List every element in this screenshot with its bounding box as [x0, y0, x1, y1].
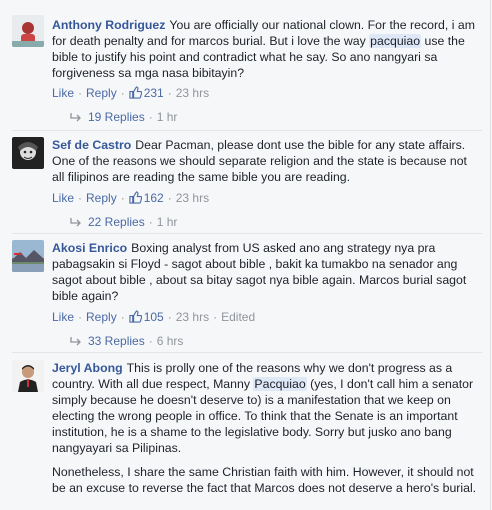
- comment-body: Jeryl Abong This is prolly one of the rea…: [52, 360, 480, 456]
- replies-time: 1 hr: [156, 215, 178, 229]
- replies-count: 22 Replies: [88, 215, 145, 229]
- like-count[interactable]: 231: [144, 86, 164, 100]
- timestamp[interactable]: 23 hrs: [176, 86, 209, 100]
- replies-time: 1 hr: [156, 110, 178, 124]
- comment-body-paragraph-2: Nonetheless, I share the same Christian …: [52, 464, 480, 496]
- reply-arrow-icon: [70, 218, 81, 227]
- comment-body: Akosi Enrico Boxing analyst from US asked…: [52, 240, 480, 304]
- thumbs-up-icon: [129, 86, 142, 99]
- divider: [12, 352, 482, 353]
- avatar[interactable]: [12, 137, 44, 169]
- tagged-name[interactable]: pacquiao: [369, 34, 422, 48]
- comment-actions: Like · Reply · 162 · 23 hrs: [52, 191, 210, 205]
- comment-author[interactable]: Anthony Rodriguez: [52, 18, 165, 32]
- replies-count: 33 Replies: [88, 334, 145, 348]
- avatar[interactable]: [12, 360, 44, 392]
- reply-arrow-icon: [70, 337, 81, 346]
- divider: [12, 130, 482, 131]
- replies-time: 6 hrs: [156, 334, 184, 348]
- avatar[interactable]: [12, 240, 44, 272]
- view-replies-link[interactable]: 33 Replies · 6 hrs: [70, 333, 183, 349]
- like-count[interactable]: 162: [144, 191, 164, 205]
- comment-actions: Like · Reply · 105 · 23 hrs · Edited: [52, 310, 256, 324]
- comment-text: Nonetheless, I share the same Christian …: [52, 465, 477, 495]
- avatar[interactable]: [12, 15, 44, 47]
- comment-anthony-rodriguez: Anthony Rodriguez You are officially our …: [12, 15, 482, 125]
- comment-body: Anthony Rodriguez You are officially our …: [52, 17, 480, 81]
- tagged-name[interactable]: Pacquiao: [253, 377, 307, 391]
- divider: [12, 233, 482, 234]
- reply-link[interactable]: Reply: [86, 86, 117, 100]
- replies-count: 19 Replies: [88, 110, 145, 124]
- like-count[interactable]: 105: [144, 310, 164, 324]
- reply-link[interactable]: Reply: [86, 310, 117, 324]
- timestamp[interactable]: 23 hrs: [176, 310, 209, 324]
- comments-panel: Anthony Rodriguez You are officially our …: [0, 0, 491, 510]
- like-link[interactable]: Like: [52, 310, 74, 324]
- comment-author[interactable]: Sef de Castro: [52, 138, 131, 152]
- comment-sef-de-castro: Sef de Castro Dear Pacman, please dont us…: [12, 137, 482, 229]
- view-replies-link[interactable]: 22 Replies · 1 hr: [70, 214, 177, 230]
- comment-akosi-enrico: Akosi Enrico Boxing analyst from US asked…: [12, 240, 482, 348]
- reply-link[interactable]: Reply: [86, 191, 117, 205]
- comment-author[interactable]: Jeryl Abong: [52, 361, 123, 375]
- comment-actions: Like · Reply · 231 · 23 hrs: [52, 86, 210, 100]
- comment-author[interactable]: Akosi Enrico: [52, 241, 127, 255]
- thumbs-up-icon: [129, 310, 142, 323]
- comment-jeryl-abong: Jeryl Abong This is prolly one of the rea…: [12, 360, 482, 510]
- like-link[interactable]: Like: [52, 86, 74, 100]
- edited-label[interactable]: Edited: [221, 310, 255, 324]
- like-link[interactable]: Like: [52, 191, 74, 205]
- reply-arrow-icon: [70, 113, 81, 122]
- comment-body: Sef de Castro Dear Pacman, please dont us…: [52, 137, 480, 185]
- thumbs-up-icon: [129, 191, 142, 204]
- timestamp[interactable]: 23 hrs: [176, 191, 209, 205]
- view-replies-link[interactable]: 19 Replies · 1 hr: [70, 109, 177, 125]
